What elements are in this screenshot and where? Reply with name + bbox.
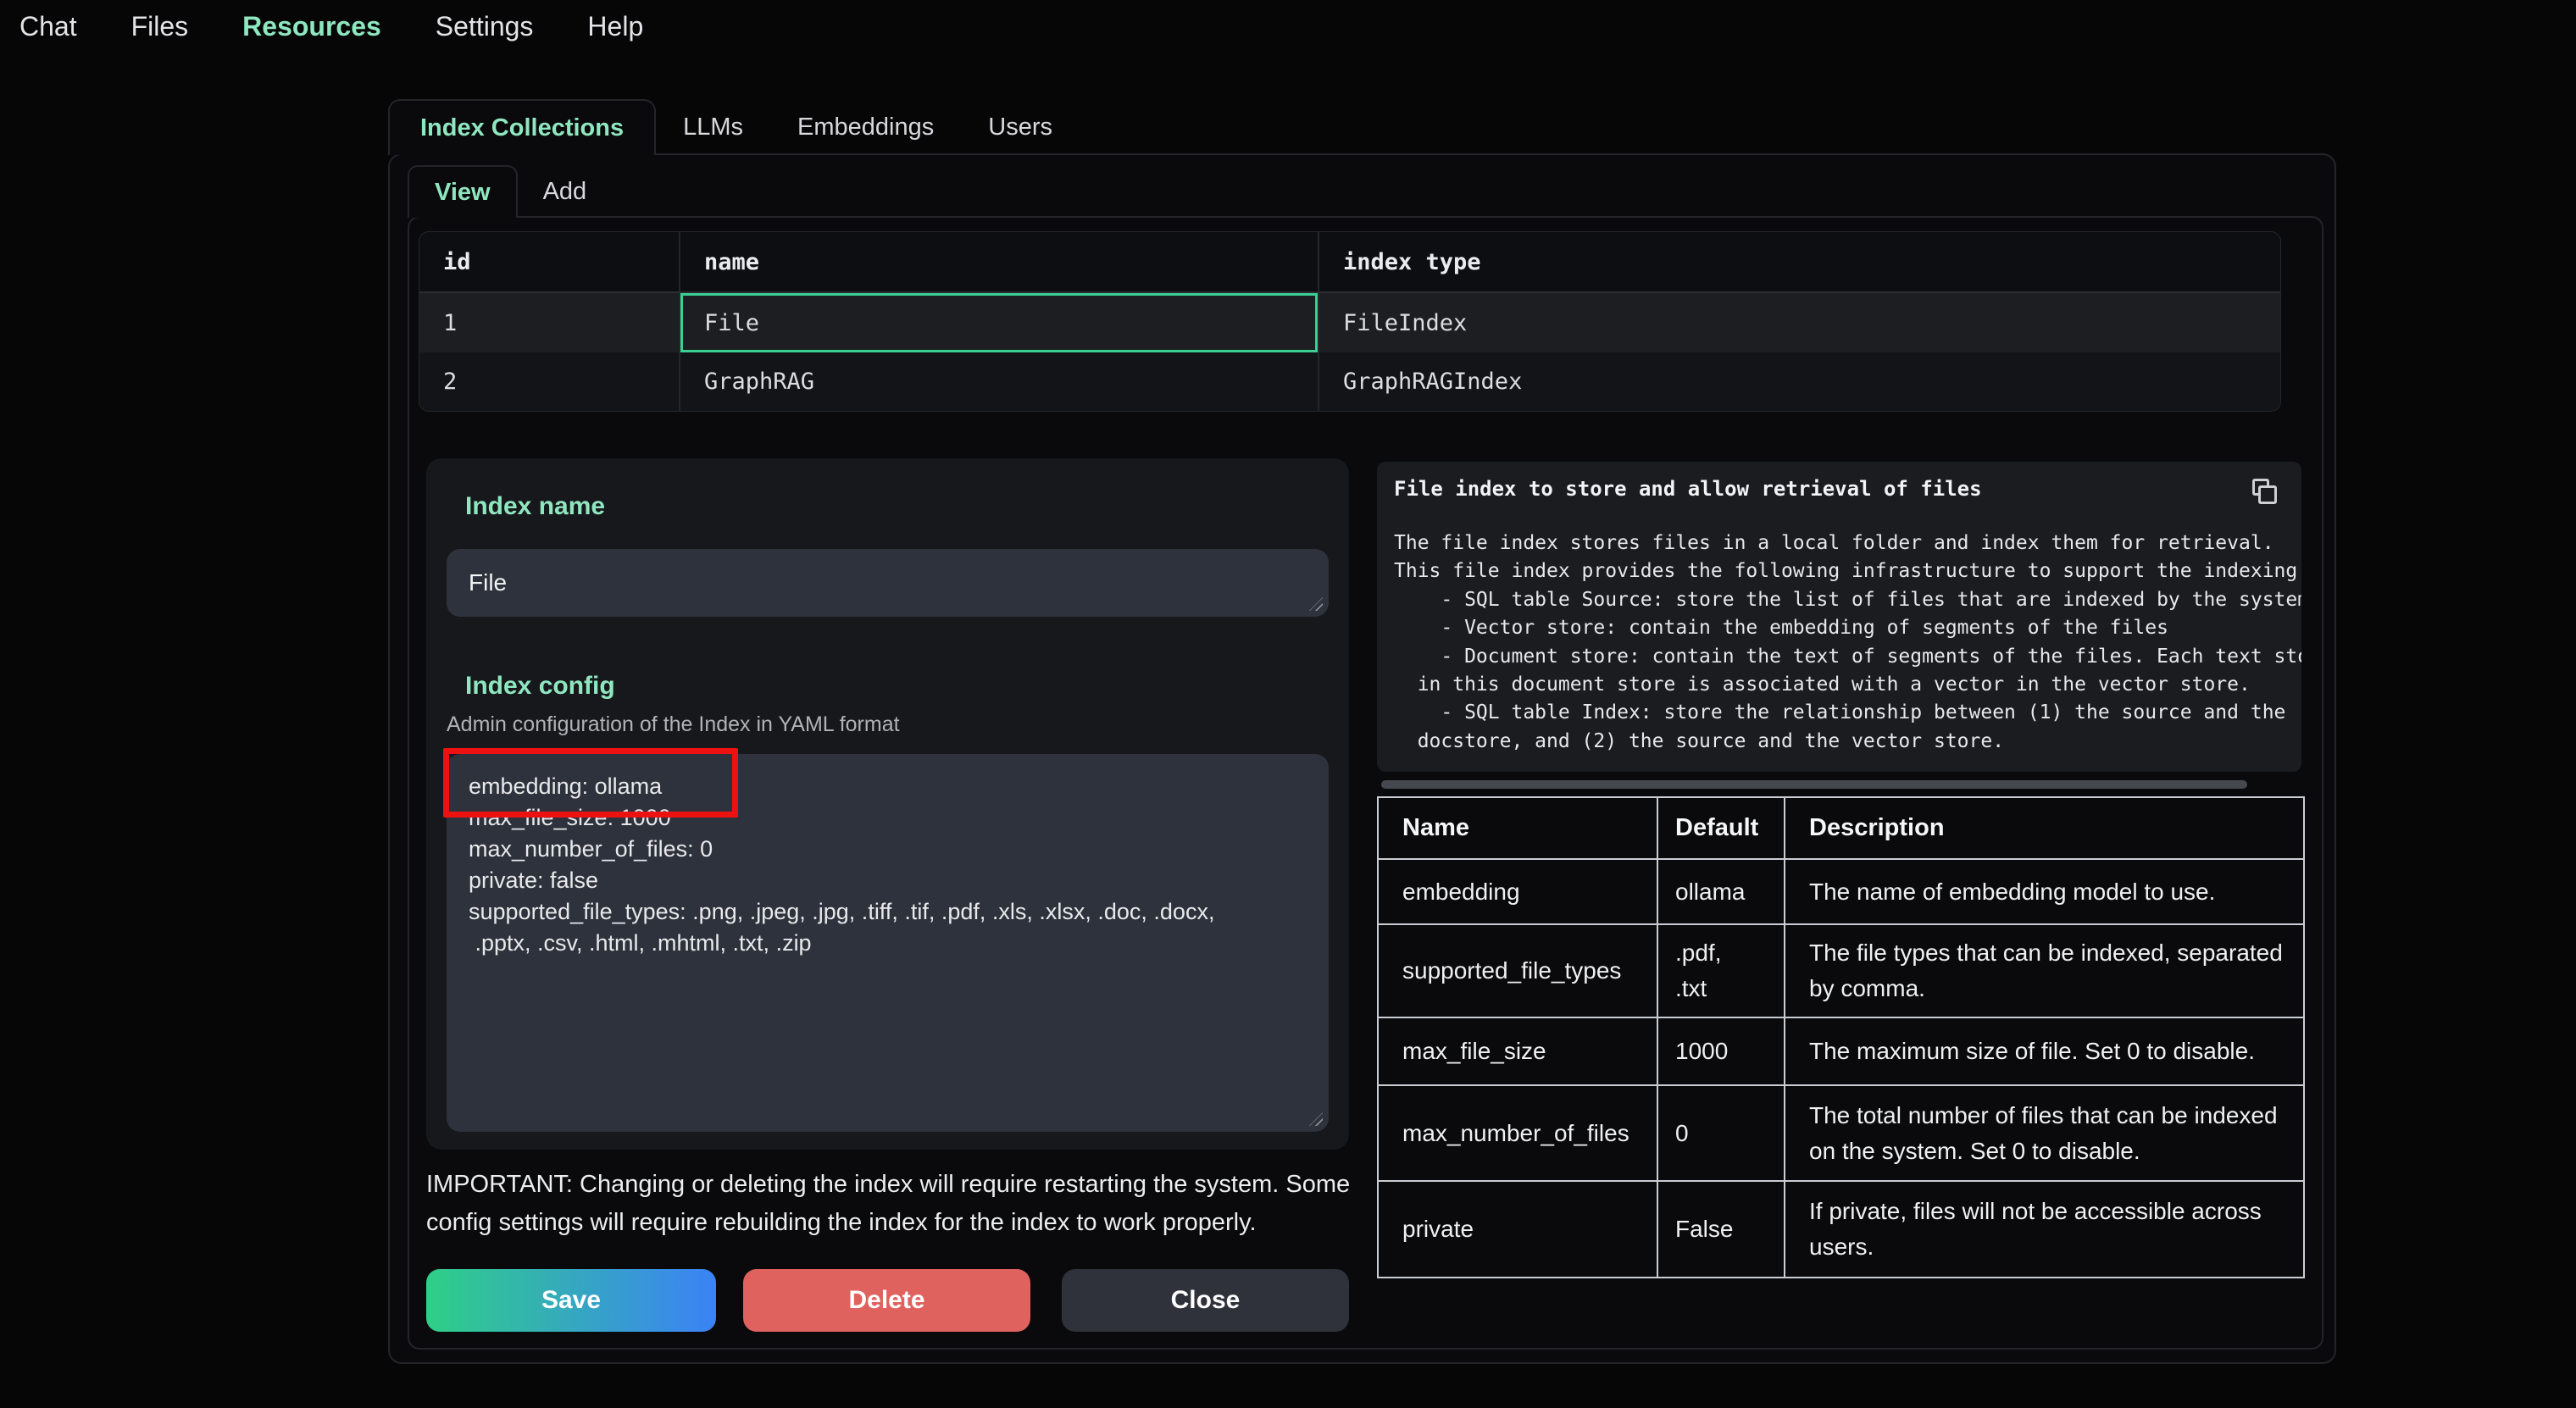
index-config-value: embedding: ollama max_file_size: 1000 ma…	[469, 771, 1315, 1123]
nav-item-files[interactable]: Files	[131, 11, 189, 42]
table-cell-row2-id[interactable]: 2	[419, 352, 679, 411]
horizontal-scrollbar[interactable]	[1381, 780, 2247, 789]
table-cell-row1-id[interactable]: 1	[419, 293, 679, 352]
resize-handle-icon[interactable]	[1309, 597, 1323, 611]
param-default: False	[1657, 1181, 1785, 1278]
index-description-title: File index to store and allow retrieval …	[1394, 477, 1982, 501]
column-header-name: name	[679, 232, 1318, 293]
main-tab-bar: Index Collections LLMs Embeddings Users	[388, 99, 1080, 155]
tab-embeddings[interactable]: Embeddings	[770, 99, 961, 155]
index-description-body: The file index stores files in a local f…	[1394, 529, 2301, 767]
param-description: The name of embedding model to use.	[1785, 859, 2304, 924]
index-description-panel: File index to store and allow retrieval …	[1377, 462, 2301, 772]
param-description: If private, files will not be accessible…	[1785, 1181, 2304, 1278]
param-header-name: Name	[1378, 797, 1657, 859]
table-row: max_file_size 1000 The maximum size of f…	[1378, 1017, 2304, 1085]
param-name: embedding	[1378, 859, 1657, 924]
param-name: max_number_of_files	[1378, 1085, 1657, 1181]
tab-users[interactable]: Users	[961, 99, 1080, 155]
param-description: The total number of files that can be in…	[1785, 1085, 2304, 1181]
tab-llms[interactable]: LLMs	[656, 99, 770, 155]
index-name-value: File	[469, 569, 507, 596]
tab-add[interactable]: Add	[518, 165, 613, 218]
index-edit-form: Index name File Index config Admin confi…	[426, 458, 1349, 1150]
nav-item-resources[interactable]: Resources	[242, 11, 381, 42]
param-name: supported_file_types	[1378, 924, 1657, 1017]
copy-icon[interactable]	[2251, 479, 2279, 507]
param-default: 0	[1657, 1085, 1785, 1181]
table-cell-row1-index-type[interactable]: FileIndex	[1318, 293, 2281, 352]
index-config-label: Index config	[465, 672, 615, 701]
column-header-id: id	[419, 232, 679, 293]
table-row: embedding ollama The name of embedding m…	[1378, 859, 2304, 924]
table-row: max_number_of_files 0 The total number o…	[1378, 1085, 2304, 1181]
table-cell-row2-name[interactable]: GraphRAG	[679, 352, 1318, 411]
table-cell-row1-name-selected[interactable]: File	[679, 293, 1318, 352]
param-header-default: Default	[1657, 797, 1785, 859]
tab-index-collections[interactable]: Index Collections	[388, 99, 656, 155]
param-header-description: Description	[1785, 797, 2304, 859]
nav-item-help[interactable]: Help	[587, 11, 643, 42]
nav-item-chat[interactable]: Chat	[19, 11, 77, 42]
tab-view[interactable]: View	[408, 165, 518, 218]
index-collections-table: id name index type 1 File FileIndex 2 Gr…	[419, 231, 2281, 412]
top-nav: Chat Files Resources Settings Help	[0, 0, 2576, 53]
parameter-reference-table: Name Default Description embedding ollam…	[1377, 796, 2305, 1278]
important-warning-text: IMPORTANT: Changing or deleting the inde…	[426, 1166, 1358, 1242]
index-name-input[interactable]: File	[447, 549, 1329, 617]
param-name: private	[1378, 1181, 1657, 1278]
save-button[interactable]: Save	[426, 1269, 716, 1332]
index-name-label: Index name	[465, 492, 605, 521]
table-row: supported_file_types .pdf, .txt The file…	[1378, 924, 2304, 1017]
param-name: max_file_size	[1378, 1017, 1657, 1085]
table-row: private False If private, files will not…	[1378, 1181, 2304, 1278]
param-description: The file types that can be indexed, sepa…	[1785, 924, 2304, 1017]
nav-item-settings[interactable]: Settings	[436, 11, 534, 42]
table-cell-row2-index-type[interactable]: GraphRAGIndex	[1318, 352, 2281, 411]
param-default: .pdf, .txt	[1657, 924, 1785, 1017]
sub-tab-bar: View Add	[408, 165, 612, 218]
param-default: ollama	[1657, 859, 1785, 924]
column-header-index-type: index type	[1318, 232, 2281, 293]
copy-icon-front-square	[2258, 485, 2277, 504]
index-config-hint: Admin configuration of the Index in YAML…	[447, 712, 900, 737]
param-default: 1000	[1657, 1017, 1785, 1085]
param-description: The maximum size of file. Set 0 to disab…	[1785, 1017, 2304, 1085]
annotation-box	[443, 748, 738, 818]
close-button[interactable]: Close	[1062, 1269, 1349, 1332]
delete-button[interactable]: Delete	[743, 1269, 1030, 1332]
